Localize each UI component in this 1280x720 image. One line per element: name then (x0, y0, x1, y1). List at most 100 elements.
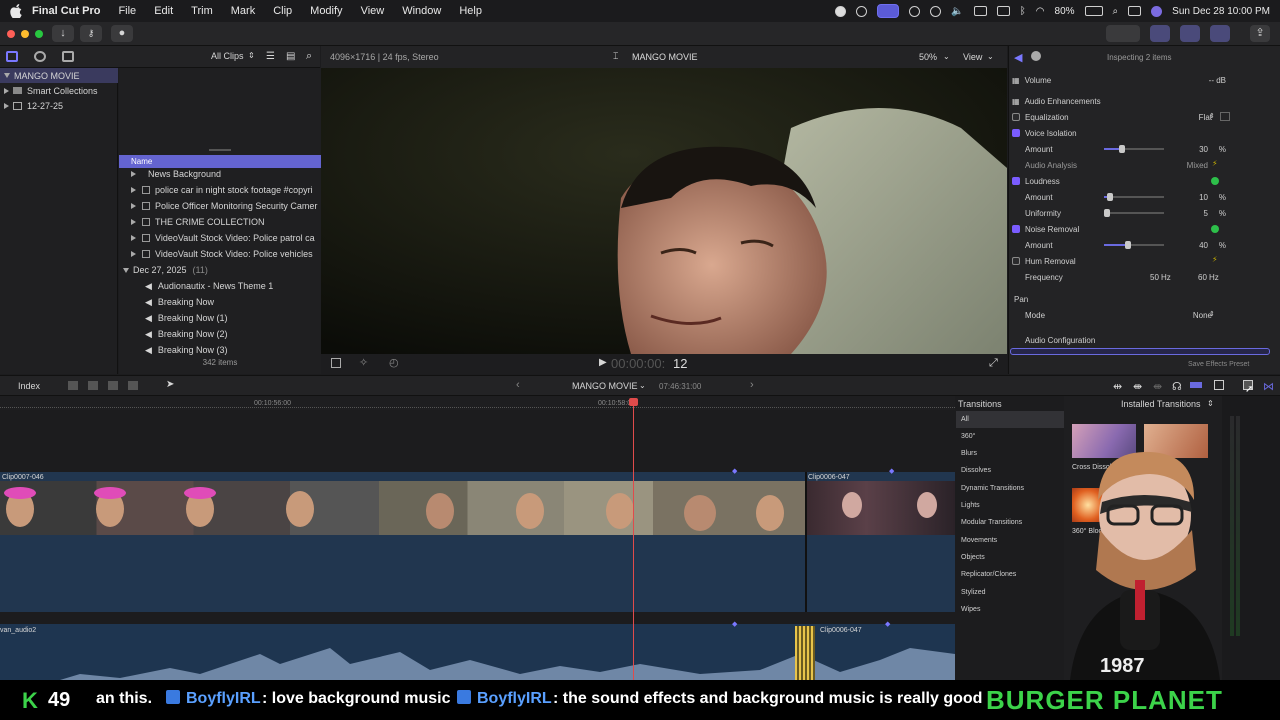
titles-icon[interactable] (62, 51, 74, 62)
browser-row[interactable]: police car in night stock footage #copyr… (119, 182, 321, 198)
transition-category[interactable]: Lights (956, 497, 1064, 514)
monitor-icon[interactable] (856, 5, 868, 17)
skimming-icon[interactable] (1190, 382, 1202, 388)
transition-category[interactable]: Stylized (956, 584, 1064, 601)
headphones-icon[interactable]: ☊ (1172, 380, 1182, 393)
close-window-button[interactable] (7, 30, 15, 38)
list-view-icon[interactable]: ☰ (266, 51, 275, 62)
play-button[interactable]: ▶ (599, 357, 607, 368)
menu-trim[interactable]: Trim (191, 5, 213, 17)
display-icon[interactable] (973, 6, 987, 16)
clip-filter-dropdown[interactable]: All Clips (211, 51, 244, 61)
marker-icon[interactable]: ◆ (885, 620, 890, 628)
browser-row[interactable]: Police Officer Monitoring Security Camer (119, 198, 321, 214)
background-tasks-button[interactable]: ● (111, 25, 133, 42)
apple-icon[interactable] (10, 4, 22, 18)
app-menu[interactable]: Final Cut Pro (32, 5, 100, 17)
loudness-checkbox[interactable] (1012, 177, 1020, 185)
loudness-amount-slider[interactable] (1104, 196, 1164, 198)
menu-clip[interactable]: Clip (273, 5, 292, 17)
clip-appearance-icon[interactable]: ⇹ (1113, 380, 1122, 393)
disclosure-icon[interactable] (131, 235, 136, 241)
transform-icon[interactable]: ✧ (359, 356, 368, 369)
back-icon[interactable]: ‹ (516, 379, 520, 391)
volume-icon[interactable]: 🔈 (951, 6, 963, 17)
layout-timeline-button[interactable] (1180, 25, 1200, 42)
eq-graph-icon[interactable] (1220, 112, 1230, 121)
analyze-icon[interactable]: ⚡ (1212, 255, 1218, 264)
disclosure-icon[interactable] (131, 187, 136, 193)
uniformity-slider[interactable] (1104, 212, 1164, 214)
battery-icon[interactable] (1084, 6, 1103, 16)
library-event-12-27-25[interactable]: 12-27-25 (0, 98, 118, 113)
audio-row[interactable]: ◀ Breaking Now (3) (119, 342, 321, 358)
transition-category[interactable]: Objects (956, 549, 1064, 566)
clip-label[interactable]: Clip0006-047 (808, 474, 850, 481)
index-button[interactable]: Index (18, 381, 40, 391)
clip-label[interactable]: van_audio2 (0, 627, 36, 634)
play-icon[interactable] (930, 5, 942, 17)
volume-value[interactable]: -- dB (1209, 76, 1226, 85)
disclosure-icon[interactable] (131, 203, 136, 209)
disclosure-icon[interactable] (131, 219, 136, 225)
libraries-icon[interactable] (6, 51, 18, 62)
hum-removal-checkbox[interactable] (1012, 257, 1020, 265)
freq-b-value[interactable]: 60 (1198, 273, 1207, 282)
clip-boundary[interactable] (805, 472, 807, 612)
menu-view[interactable]: View (361, 5, 385, 17)
audio-inspector-tab[interactable]: ◀ (1014, 51, 1022, 64)
transition-category[interactable]: Blurs (956, 445, 1064, 462)
noise-removal-checkbox[interactable] (1012, 225, 1020, 233)
grid-icon[interactable] (909, 5, 921, 17)
installed-transitions-dropdown[interactable]: Installed Transitions (1121, 399, 1201, 409)
library-mango-movie[interactable]: MANGO MOVIE (0, 68, 118, 83)
search-icon[interactable]: ⌕ (1113, 6, 1119, 17)
browser-row[interactable]: News Background (119, 166, 321, 182)
edit-append-icon[interactable] (108, 381, 118, 390)
uniformity-knob[interactable] (1104, 209, 1110, 217)
transition-category[interactable]: Dynamic Transitions (956, 480, 1064, 497)
voice-isolation-checkbox[interactable] (1012, 129, 1020, 137)
audio-transition-handle[interactable] (795, 626, 815, 680)
freq-a-value[interactable]: 50 (1150, 273, 1159, 282)
transition-category[interactable]: All (956, 411, 1064, 428)
edit-overwrite-icon[interactable] (128, 381, 138, 390)
audio-row[interactable]: ◀ Breaking Now (2) (119, 326, 321, 342)
nr-amount-knob[interactable] (1125, 241, 1131, 249)
playhead[interactable] (633, 398, 634, 680)
disclosure-icon[interactable] (123, 267, 129, 273)
photos-icon[interactable] (34, 51, 46, 62)
audio-config-bar[interactable] (1010, 348, 1270, 355)
marker-icon[interactable]: ◆ (732, 620, 737, 628)
fullscreen-icon[interactable]: ⤢ (989, 357, 998, 370)
menu-modify[interactable]: Modify (310, 5, 342, 17)
equalization-checkbox[interactable] (1012, 113, 1020, 121)
vi-amount-knob[interactable] (1119, 145, 1125, 153)
transition-category[interactable]: 360° (956, 428, 1064, 445)
disclosure-icon[interactable] (4, 87, 9, 94)
transition-category[interactable]: Modular Transitions (956, 514, 1064, 531)
keyword-button[interactable]: ⚷ (80, 25, 102, 42)
audio-row[interactable]: ◀ Breaking Now (119, 294, 321, 310)
stage-manager-icon[interactable] (877, 4, 900, 18)
crop-icon[interactable] (331, 358, 341, 368)
clip-label[interactable]: Clip0006-047 (820, 627, 862, 634)
video-frame[interactable] (321, 68, 1007, 354)
zoom-in-icon[interactable]: ⇼ (1153, 380, 1162, 393)
disclosure-icon[interactable] (131, 251, 136, 257)
date-group-row[interactable]: Dec 27, 2025 (11) (119, 262, 321, 278)
audio-row[interactable]: ◀ Breaking Now (1) (119, 310, 321, 326)
transition-category[interactable]: Dissolves (956, 462, 1064, 479)
view-dropdown[interactable]: View (963, 52, 982, 62)
library-smart-collections[interactable]: Smart Collections (0, 83, 118, 98)
browser-row[interactable]: VideoVault Stock Video: Police vehicles (119, 246, 321, 262)
select-tool-icon[interactable]: ➤ (166, 379, 174, 390)
inspector-toggle-button[interactable] (1106, 25, 1140, 42)
browser-row[interactable]: VideoVault Stock Video: Police patrol ca (119, 230, 321, 246)
marker-icon[interactable]: ◆ (732, 467, 737, 475)
save-effects-preset-button[interactable]: Save Effects Preset (1188, 361, 1249, 368)
vi-amount-value[interactable]: 30 (1199, 145, 1208, 154)
transition-category[interactable]: Wipes (956, 601, 1064, 618)
control-center-icon[interactable] (1128, 6, 1142, 16)
disclosure-icon[interactable] (4, 102, 9, 109)
